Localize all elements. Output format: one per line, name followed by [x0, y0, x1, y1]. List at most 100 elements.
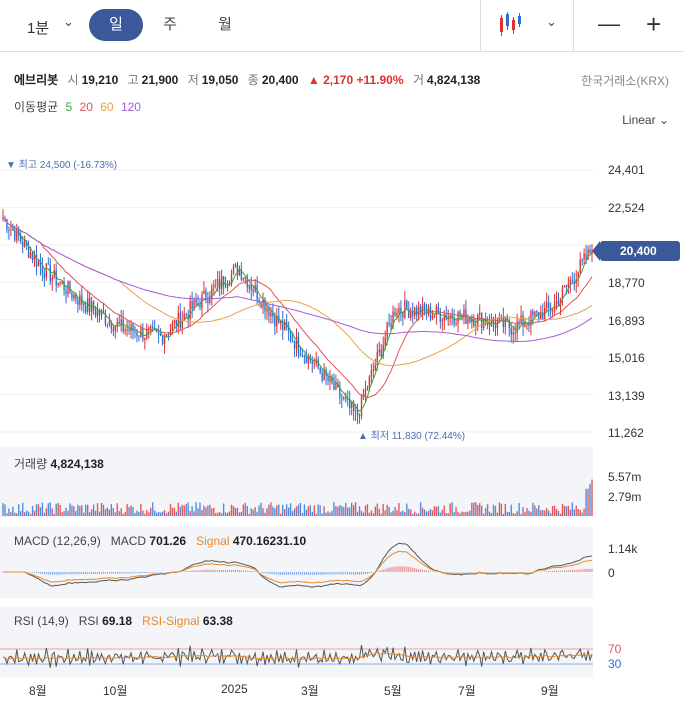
candle-body: [319, 368, 321, 373]
candle-body: [90, 301, 93, 312]
candle-body: [538, 311, 540, 319]
volume-panel-label: 거래량: [14, 457, 48, 471]
volume-bar: [447, 513, 449, 516]
volume-bar: [305, 509, 308, 516]
high-marker: ▼ 최고 24,500 (-16.73%): [6, 160, 118, 171]
volume-bar: [193, 511, 195, 516]
candle-body: [542, 312, 544, 320]
volume-bar: [136, 510, 138, 516]
volume-bar: [569, 509, 572, 516]
volume-bar: [398, 503, 400, 516]
volume-bar: [98, 511, 101, 516]
volume-bar: [512, 513, 514, 516]
volume-bar: [329, 512, 331, 516]
volume-bar: [108, 509, 111, 516]
volume-bar: [500, 503, 503, 516]
volume-bar: [577, 508, 579, 516]
volume-bar: [553, 505, 556, 516]
volume-bar: [317, 504, 319, 516]
macd-axis: 1.14k 0: [593, 542, 683, 582]
volume-bar: [492, 504, 495, 516]
candle-body: [57, 282, 59, 286]
candle-body: [313, 363, 315, 365]
volume-bar: [195, 502, 197, 516]
volume-bar: [477, 505, 479, 516]
volume-bar: [35, 504, 38, 516]
volume-bar: [201, 510, 203, 516]
volume-bar: [427, 511, 430, 516]
candle-body: [394, 311, 396, 316]
volume-bar: [25, 510, 28, 516]
candle-body: [546, 302, 548, 308]
volume-bar: [165, 513, 168, 516]
candle-body: [209, 298, 211, 303]
volume-bar: [343, 507, 345, 516]
volume-bar: [508, 511, 510, 516]
price-tick: 11,262: [608, 426, 644, 440]
candle-body: [47, 263, 49, 265]
volume-bar: [217, 512, 219, 516]
volume-bar: [112, 507, 115, 516]
candle-body: [266, 308, 268, 312]
volume-bar: [47, 503, 49, 516]
volume-bar: [57, 503, 59, 516]
volume-bar: [77, 504, 79, 516]
volume-bar: [100, 502, 103, 516]
candle-body: [431, 316, 434, 319]
volume-bar: [150, 507, 152, 516]
candle-body: [264, 298, 266, 312]
volume-bar: [203, 505, 205, 516]
volume-bar: [516, 511, 518, 516]
candle-body: [520, 315, 522, 324]
volume-bar: [274, 508, 276, 516]
candle-body: [370, 370, 373, 377]
candle-body: [22, 241, 24, 247]
volume-bar: [144, 513, 146, 516]
candle-body: [215, 284, 217, 286]
candle-body: [303, 355, 306, 357]
volume-bar: [142, 510, 144, 516]
volume-bar: [425, 511, 428, 516]
candle-body: [398, 307, 400, 314]
volume-bar: [384, 510, 386, 516]
volume-bar: [104, 509, 107, 516]
volume-bar: [118, 511, 120, 516]
volume-bar: [587, 488, 589, 516]
candle-body: [195, 299, 197, 304]
volume-bar: [83, 512, 85, 516]
candle-body: [563, 286, 566, 288]
macd-signal-line: [3, 550, 593, 584]
volume-bar: [368, 512, 371, 516]
rsi-tick: 30: [608, 657, 622, 671]
volume-bar: [297, 504, 300, 516]
volume-bar: [581, 512, 583, 516]
volume-bar: [278, 504, 280, 516]
volume-bar: [293, 508, 296, 516]
volume-bar: [341, 506, 343, 516]
candle-body: [479, 312, 481, 315]
candle-body: [475, 324, 477, 326]
volume-bar: [73, 506, 75, 516]
volume-bar: [65, 507, 67, 516]
volume-bar: [589, 483, 591, 516]
volume-bar: [467, 511, 469, 516]
candle-body: [144, 337, 146, 340]
candle-body: [51, 277, 53, 282]
volume-bar: [423, 509, 426, 516]
candle-body: [469, 318, 471, 323]
candle-body: [211, 287, 213, 299]
volume-bar: [242, 504, 245, 516]
candle-body: [92, 301, 95, 311]
volume-bar: [561, 503, 564, 516]
volume-bar: [354, 502, 357, 516]
volume-bar: [451, 502, 453, 516]
price-chart[interactable]: [0, 0, 683, 702]
volume-bar: [303, 504, 306, 516]
volume-bar: [41, 502, 44, 516]
volume-bar: [222, 503, 225, 516]
candle-body: [10, 228, 12, 230]
candle-body: [569, 279, 572, 285]
volume-bar: [252, 509, 254, 516]
candle-body: [120, 319, 122, 324]
volume-bar: [439, 512, 442, 516]
